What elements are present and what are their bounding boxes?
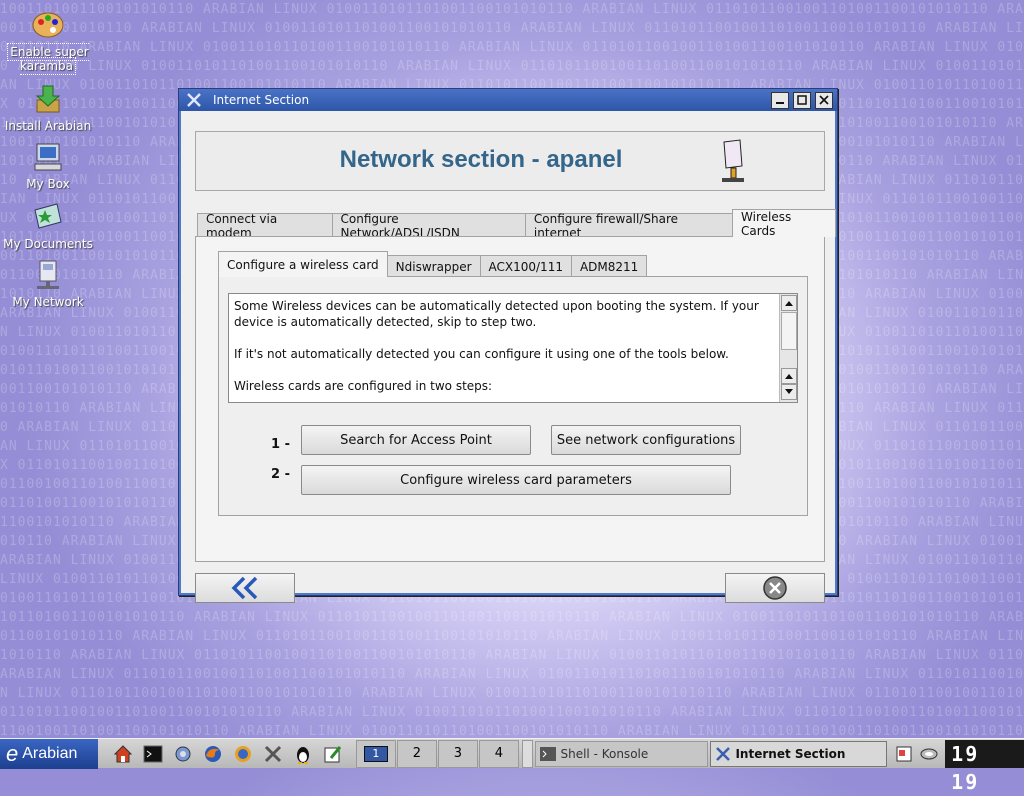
close-circle-icon: [763, 576, 787, 600]
configure-wireless-panel: Some Wireless devices can be automatical…: [218, 276, 808, 516]
computer-icon: [34, 143, 62, 171]
tab-connect-via-modem[interactable]: Connect via modem: [197, 212, 333, 240]
desktop-icon-label: My Documents: [3, 237, 93, 251]
desktop-icon-my-box[interactable]: My Box: [0, 140, 96, 191]
thunderbird-icon[interactable]: [232, 743, 254, 765]
scroll-thumb[interactable]: [781, 312, 797, 350]
configure-wireless-parameters-button[interactable]: Configure wireless card parameters: [301, 465, 731, 495]
quick-launch: [112, 743, 352, 765]
section-tabs: Connect via modem Configure Network/ADSL…: [197, 209, 836, 240]
tools-icon[interactable]: [262, 743, 284, 765]
back-button[interactable]: [195, 573, 295, 603]
wireless-cards-panel: Configure a wireless card Ndiswrapper AC…: [195, 236, 825, 562]
task-internet-section[interactable]: Internet Section: [710, 740, 888, 767]
description-paragraph: If it's not automatically detected you c…: [234, 347, 729, 361]
maximize-button[interactable]: [793, 91, 811, 109]
step-1-label: 1 -: [271, 437, 290, 452]
tab-ndiswrapper[interactable]: Ndiswrapper: [386, 255, 481, 277]
firefox-icon[interactable]: [202, 743, 224, 765]
exit-button[interactable]: [725, 573, 825, 603]
terminal-icon[interactable]: [142, 743, 164, 765]
settings-gear-icon[interactable]: [172, 743, 194, 765]
palette-icon: [32, 12, 64, 38]
window-title: Internet Section: [213, 93, 310, 107]
see-network-configurations-button[interactable]: See network configurations: [551, 425, 741, 455]
desktop-3-button[interactable]: 3: [437, 739, 478, 768]
documents-icon: [34, 203, 62, 229]
description-paragraph: Some Wireless devices can be automatical…: [234, 299, 759, 329]
start-logo-icon: e: [6, 740, 19, 766]
tray-notes-icon[interactable]: [893, 743, 914, 765]
close-button[interactable]: [815, 91, 833, 109]
start-label: Arabian: [22, 744, 78, 762]
desktop-icon-label: Install Arabian: [4, 119, 92, 133]
desktop-label: 1: [363, 745, 388, 762]
desktop-icon-my-network[interactable]: My Network: [0, 258, 96, 309]
desktop-icon-label: Enable super karamba: [7, 43, 89, 75]
tray-network-icon[interactable]: [918, 743, 939, 765]
home-icon[interactable]: [112, 743, 134, 765]
internet-section-window: Internet Section Network section - apane…: [178, 88, 838, 603]
desktop-2-button[interactable]: 2: [396, 739, 437, 768]
arrow-down-icon: [785, 389, 793, 394]
description-textbox[interactable]: Some Wireless devices can be automatical…: [228, 293, 798, 403]
network-icon: [37, 260, 59, 289]
desktop-icon-my-documents[interactable]: My Documents: [0, 200, 96, 251]
tux-penguin-icon[interactable]: [292, 743, 314, 765]
tab-wireless-cards[interactable]: Wireless Cards: [732, 209, 836, 238]
minimize-button[interactable]: [771, 91, 789, 109]
install-icon: [35, 85, 61, 113]
scroll-up-button-lower[interactable]: [781, 368, 797, 384]
app-x-icon: [187, 93, 201, 107]
header-banner: Network section - apanel: [195, 131, 825, 191]
start-button[interactable]: e Arabian: [0, 738, 98, 769]
close-icon: [819, 95, 829, 105]
desktop-1-button[interactable]: 1: [355, 739, 396, 768]
desktop-icon-label: My Box: [26, 177, 70, 191]
konsole-icon: [540, 746, 557, 761]
scroll-up-button[interactable]: [781, 295, 797, 311]
arrow-up-icon: [785, 374, 793, 379]
step-2-label: 2 -: [271, 467, 290, 482]
wireless-tabs: Configure a wireless card Ndiswrapper AC…: [218, 251, 648, 277]
description-paragraph: Wireless cards are configured in two ste…: [234, 379, 493, 393]
app-x-icon: [716, 746, 731, 761]
task-konsole[interactable]: Shell - Konsole: [535, 740, 709, 767]
description-scrollbar[interactable]: [779, 294, 797, 402]
search-access-point-button[interactable]: Search for Access Point: [301, 425, 531, 455]
task-label: Shell - Konsole: [560, 746, 649, 761]
tab-adm8211[interactable]: ADM8211: [570, 255, 648, 277]
network-plug-icon: [722, 139, 744, 182]
desktop-icon-super-karamba[interactable]: Enable super karamba: [0, 8, 96, 75]
clock[interactable]: 19 19: [945, 739, 1024, 794]
task-label: Internet Section: [735, 746, 846, 761]
desktop-icon-label: My Network: [12, 295, 84, 309]
tab-configure-network[interactable]: Configure Network/ADSL/ISDN: [331, 212, 526, 240]
window-frame: Network section - apanel Connect via mod…: [179, 111, 837, 603]
scroll-down-button[interactable]: [781, 384, 797, 400]
taskbar-handle[interactable]: [521, 739, 534, 768]
tab-configure-firewall[interactable]: Configure firewall/Share internet: [524, 212, 734, 240]
taskbar: e Arabian 1 2 3 4 Shell - Konsole Intern…: [0, 738, 1024, 794]
maximize-icon: [797, 95, 807, 105]
desktop-pager: 1 2 3 4: [355, 739, 520, 768]
minimize-icon: [776, 102, 784, 104]
tab-configure-wireless-card[interactable]: Configure a wireless card: [218, 251, 388, 277]
double-chevron-left-icon: [231, 576, 258, 600]
editor-pencil-icon[interactable]: [322, 743, 344, 765]
arrow-up-icon: [785, 301, 793, 306]
desktop-4-button[interactable]: 4: [478, 739, 519, 768]
window-titlebar[interactable]: Internet Section: [179, 89, 837, 111]
desktop-icon-install-arabian[interactable]: Install Arabian: [0, 82, 96, 133]
tab-acx100[interactable]: ACX100/111: [479, 255, 572, 277]
banner-title: Network section - apanel: [339, 146, 623, 173]
system-tray: 19 19: [893, 739, 1024, 794]
description-content: Some Wireless devices can be automatical…: [234, 298, 774, 402]
